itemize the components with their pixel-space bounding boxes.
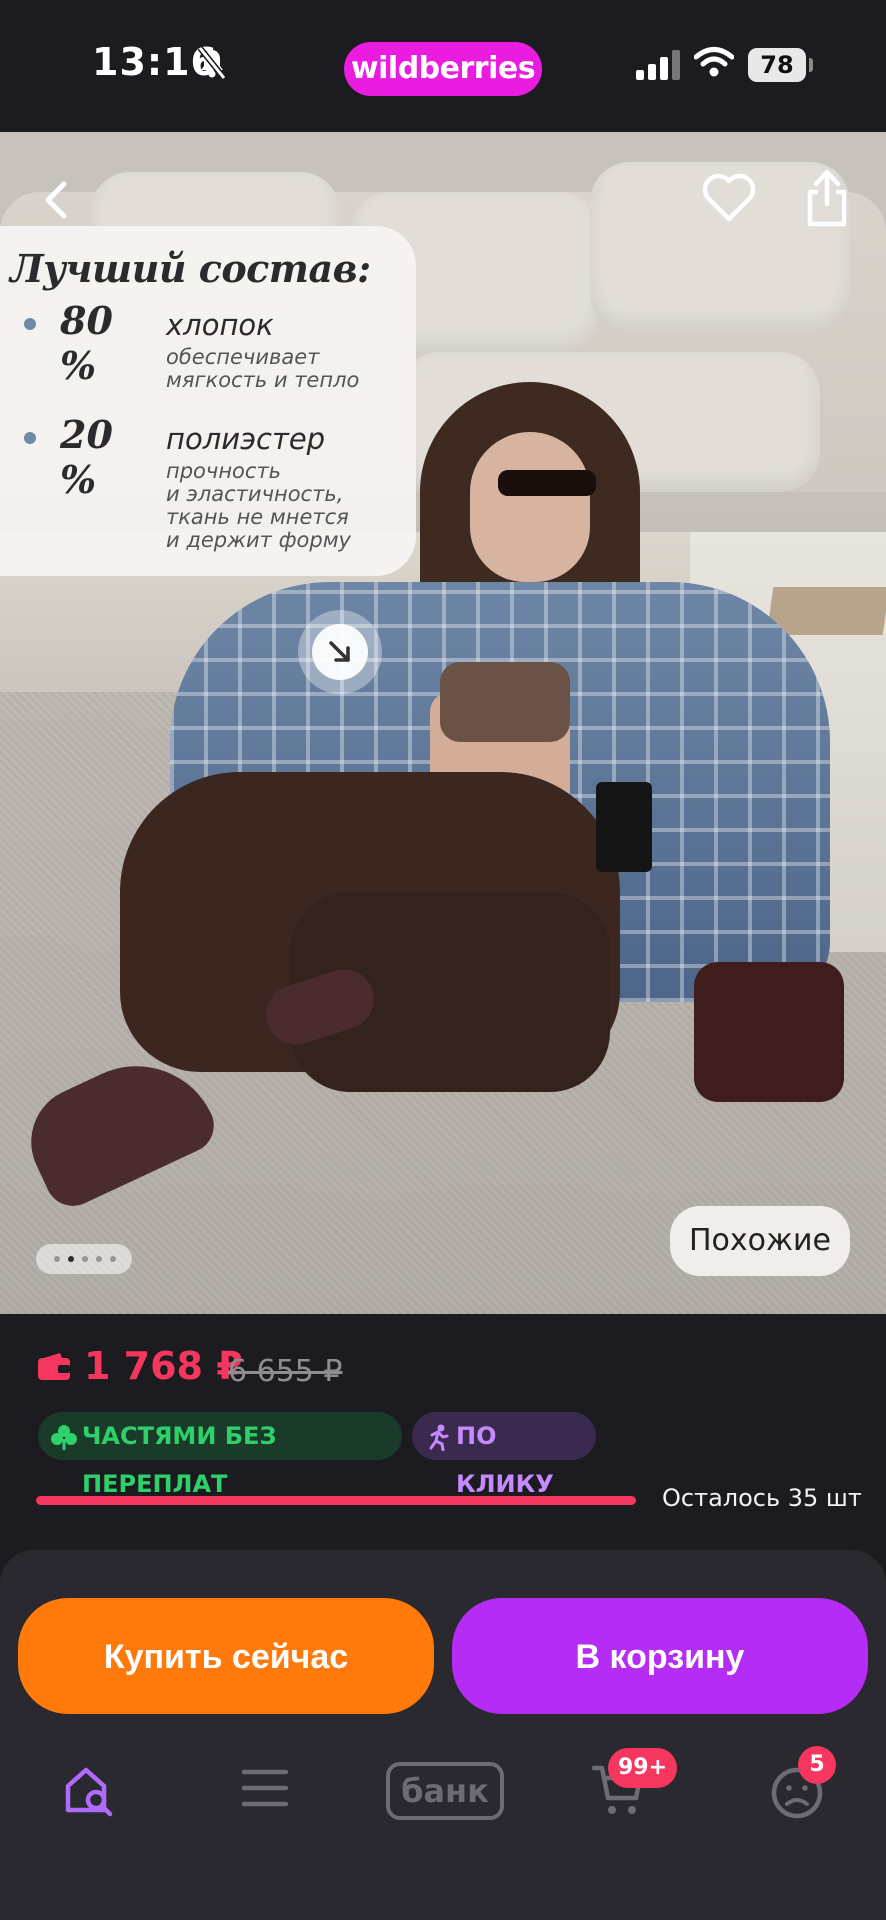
price-panel: 1 768 ₽ 6 655 ₽ ЧАСТЯМИ БЕЗ ПЕРЕПЛАТ ПО … (0, 1314, 886, 1538)
action-panel: Купить сейчас В корзину банк 99+ 5 (0, 1550, 886, 1920)
wifi-icon (693, 46, 735, 82)
bullet-dot (24, 318, 36, 330)
heart-icon (702, 173, 756, 222)
installment-badge-label: ЧАСТЯМИ БЕЗ ПЕРЕПЛАТ (82, 1422, 277, 1498)
wallet-icon (38, 1352, 70, 1384)
home-search-icon (65, 1767, 113, 1817)
share-button[interactable] (804, 168, 850, 232)
share-icon (807, 169, 847, 227)
carousel-dot[interactable] (54, 1256, 60, 1262)
description-line: ткань не мнется (166, 505, 349, 529)
description-line: мягкость и тепло (166, 368, 360, 392)
current-price: 1 768 ₽ (84, 1344, 243, 1388)
cart-count-badge: 99+ (608, 1748, 678, 1788)
description-line: и держит форму (166, 528, 351, 552)
photo-glasses (498, 470, 596, 496)
add-to-cart-button[interactable]: В корзину (452, 1598, 868, 1714)
buy-now-button[interactable]: Купить сейчас (18, 1598, 434, 1714)
carousel-dot[interactable] (110, 1256, 116, 1262)
zoom-button[interactable] (298, 610, 382, 694)
status-bar: 13:16 wildberries 78 (0, 0, 886, 132)
description-line: обеспечивает (166, 345, 320, 369)
bullet-dot (24, 432, 36, 444)
battery-cap (809, 58, 813, 72)
running-person-icon (424, 1412, 452, 1460)
favorite-button[interactable] (700, 170, 758, 228)
photo-face (470, 432, 590, 582)
signal-icon (636, 50, 682, 84)
brand-logo: wildberries (344, 42, 542, 96)
stock-remaining: Осталось 35 шт (662, 1484, 862, 1512)
one-click-badge-label: ПО КЛИКУ (456, 1422, 554, 1498)
similar-button[interactable]: Похожие (670, 1206, 850, 1276)
installment-badge[interactable]: ЧАСТЯМИ БЕЗ ПЕРЕПЛАТ (38, 1412, 402, 1498)
photo-book (766, 587, 886, 635)
nav-home-search[interactable] (62, 1762, 120, 1822)
carousel-dot-active[interactable] (68, 1256, 74, 1262)
nav-catalog[interactable] (240, 1766, 290, 1814)
carousel-dot[interactable] (96, 1256, 102, 1262)
menu-icon (241, 1769, 289, 1807)
bell-muted-icon (196, 46, 228, 84)
photo-top (440, 662, 570, 742)
composition-percent: 80 % (60, 298, 113, 388)
stock-progress-bar (36, 1496, 636, 1505)
composition-card: Лучший состав: 80 % хлопок обеспечивает … (0, 226, 416, 576)
clover-icon (50, 1412, 78, 1460)
composition-title: Лучший состав: (10, 246, 371, 291)
description-line: прочность (166, 459, 282, 483)
carousel-indicator[interactable] (36, 1244, 132, 1274)
composition-description: обеспечивает мягкость и тепло (166, 346, 426, 392)
chevron-left-icon (45, 181, 67, 219)
profile-notification-badge: 5 (798, 1746, 836, 1784)
old-price: 6 655 ₽ (228, 1354, 343, 1389)
zoom-arrow-icon (312, 624, 368, 680)
composition-material: полиэстер (166, 422, 326, 456)
composition-percent: 20 % (60, 412, 113, 502)
photo-bag (694, 962, 844, 1102)
description-line: и эластичность, (166, 482, 344, 506)
nav-bank[interactable]: банк (386, 1762, 504, 1820)
composition-material: хлопок (166, 308, 274, 342)
one-click-badge[interactable]: ПО КЛИКУ (412, 1412, 596, 1498)
carousel-dot[interactable] (82, 1256, 88, 1262)
photo-cup (596, 782, 652, 872)
battery-indicator: 78 (748, 48, 806, 82)
composition-description: прочность и эластичность, ткань не мнетс… (166, 460, 426, 552)
back-button[interactable] (38, 176, 74, 228)
